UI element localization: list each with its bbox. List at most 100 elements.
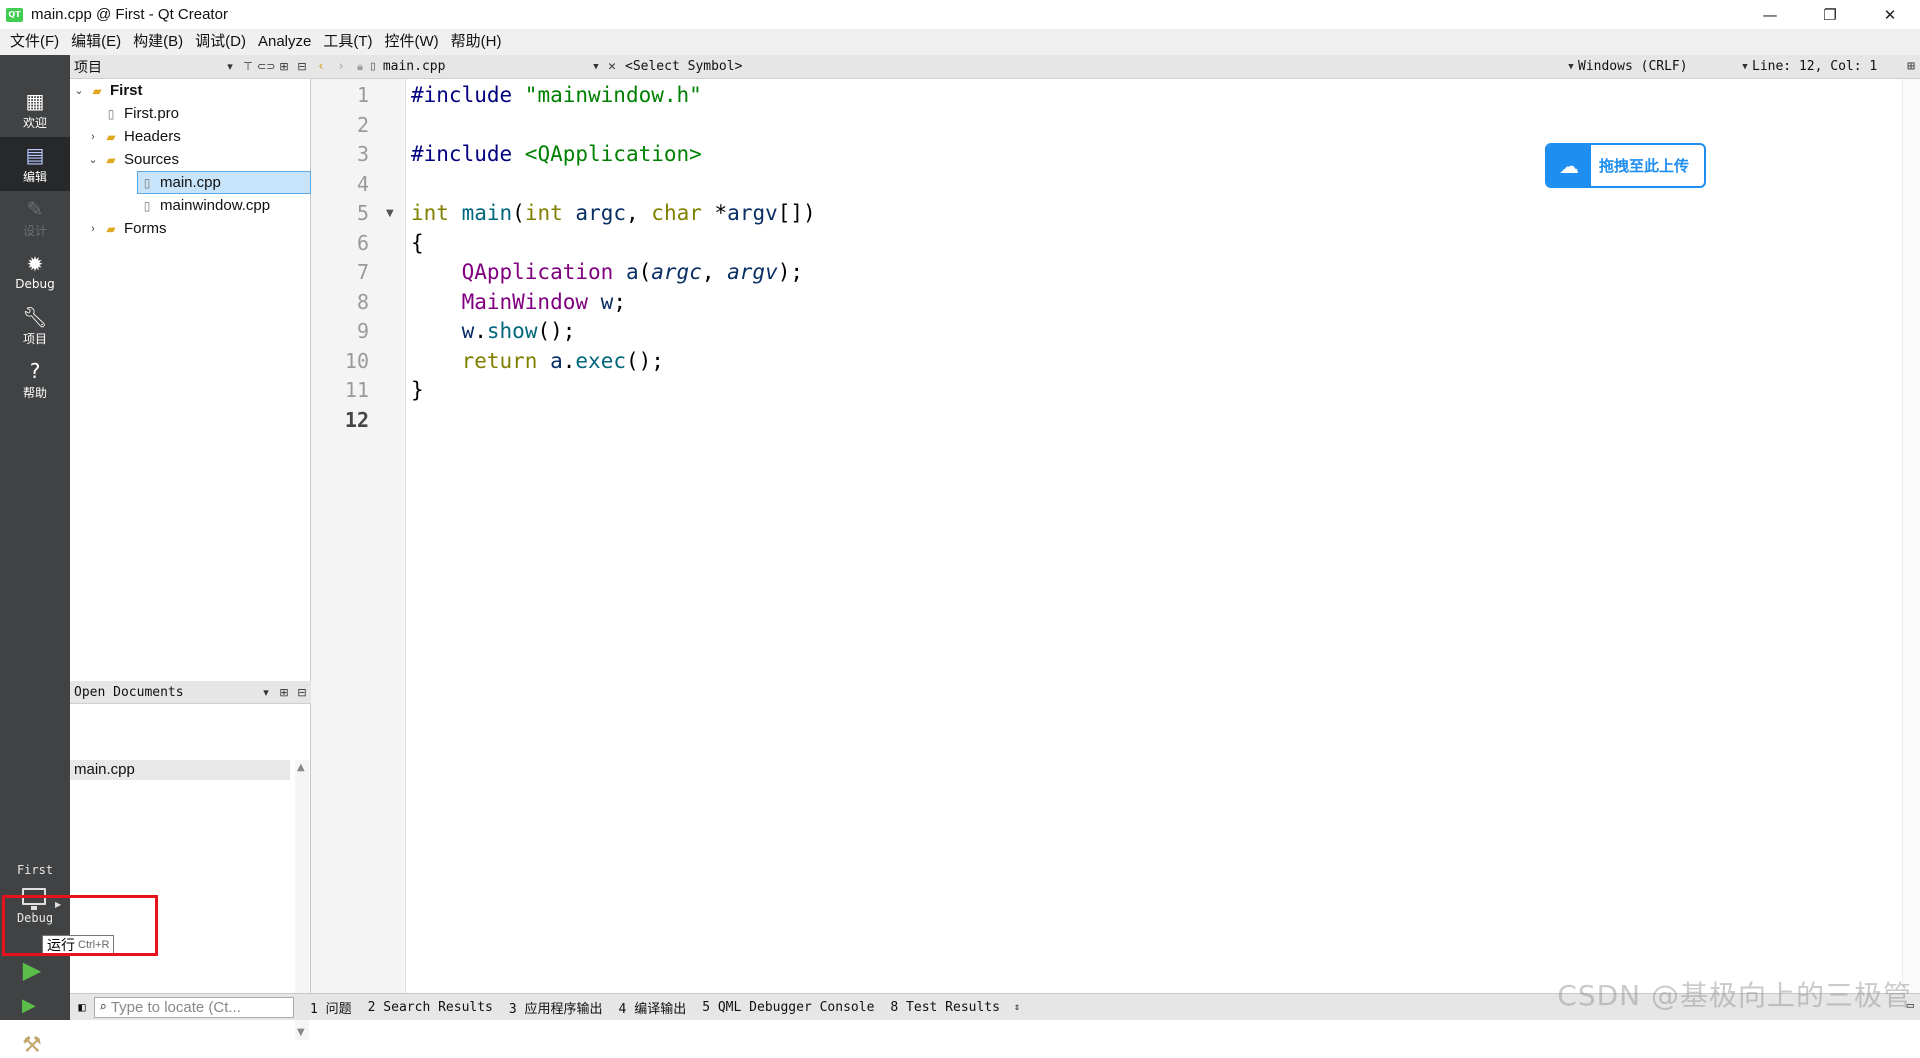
tree-item-label: Forms [124, 220, 167, 237]
chevron-down-icon[interactable]: ⌄ [72, 84, 86, 97]
mode-debug[interactable]: ✹ Debug [0, 245, 70, 299]
tree-item-main-cpp[interactable]: ▯ main.cpp [137, 171, 311, 194]
dropdown-arrow-icon[interactable]: ▾ [257, 686, 275, 699]
dropdown-arrow-icon[interactable]: ▾ [221, 60, 239, 73]
code-token: (); [626, 349, 664, 373]
projects-header: 项目 ▾ ⊤ ⊂⊃ ⊞ ⊟ [70, 55, 311, 79]
restore-button[interactable]: ❐ [1800, 0, 1860, 29]
filter-icon[interactable]: ⊤ [239, 60, 257, 73]
chevron-right-icon[interactable]: › [86, 131, 100, 143]
run-button[interactable]: ▶ [18, 955, 46, 985]
bug-icon: ✹ [27, 253, 44, 275]
split-editor-icon[interactable]: ⊞ [1902, 59, 1920, 74]
tab-compile-output[interactable]: 4 编译输出 [619, 998, 687, 1017]
tree-item-headers[interactable]: › ▰ Headers [86, 125, 181, 148]
mode-label: 编辑 [23, 168, 47, 185]
dropdown-arrow-icon[interactable]: ▼ [1564, 62, 1578, 72]
locator-placeholder: Type to locate (Ct... [111, 999, 241, 1016]
code-token: int [525, 201, 563, 225]
dropdown-arrow-icon[interactable]: ▼ [589, 62, 603, 72]
mode-edit[interactable]: ▤ 编辑 [0, 137, 70, 191]
start-debugging-button[interactable]: ▶ [22, 995, 36, 1016]
code-token: . [474, 319, 487, 343]
menu-controls[interactable]: 控件(W) [379, 29, 445, 55]
fold-marker-icon[interactable]: ▼ [386, 208, 394, 219]
tree-item-mainwindow-cpp[interactable]: ▯ mainwindow.cpp [137, 194, 270, 217]
code-token [537, 349, 550, 373]
projects-title: 项目 [74, 57, 221, 77]
menu-tools[interactable]: 工具(T) [317, 29, 378, 55]
line-number: 2 [357, 111, 369, 140]
close-pane-icon[interactable]: ⊟ [293, 60, 311, 73]
build-button[interactable]: ⚒ [22, 1033, 42, 1058]
document-icon: ▤ [26, 144, 45, 166]
search-icon: ⌕ [99, 1000, 107, 1015]
tab-test-results[interactable]: 8 Test Results [890, 1000, 1000, 1015]
code-token: char [651, 201, 702, 225]
minimize-button[interactable]: — [1740, 0, 1800, 29]
mode-design[interactable]: ✎ 设计 [0, 191, 70, 245]
open-document-item[interactable]: main.cpp [70, 760, 290, 780]
code-token: ; [613, 290, 626, 314]
tree-item-label: Sources [124, 151, 179, 168]
code-token: ( [639, 260, 652, 284]
tab-qml-debugger-console[interactable]: 5 QML Debugger Console [702, 1000, 874, 1015]
play-icon: ▶ [23, 956, 41, 984]
window-title: main.cpp @ First - Qt Creator [31, 6, 228, 23]
tree-item-forms[interactable]: › ▰ Forms [86, 217, 167, 240]
mode-label: 设计 [23, 222, 47, 239]
more-tabs-icon[interactable]: ⇕ [1014, 1002, 1020, 1013]
back-arrow-icon[interactable]: ‹ [311, 59, 331, 74]
menu-help[interactable]: 帮助(H) [445, 29, 508, 55]
code-line: w.show(); [411, 317, 575, 346]
close-pane-icon[interactable]: ⊟ [293, 686, 311, 699]
code-token: argv [727, 260, 778, 284]
locator-input[interactable]: ⌕ Type to locate (Ct... [94, 997, 294, 1018]
line-number: 9 [357, 317, 369, 346]
code-token [411, 290, 462, 314]
dropdown-arrow-icon[interactable]: ▼ [1738, 62, 1752, 72]
tree-item-sources[interactable]: ⌄ ▰ Sources [86, 148, 179, 171]
split-icon[interactable]: ⊞ [275, 60, 293, 73]
split-icon[interactable]: ⊞ [275, 686, 293, 699]
menu-build[interactable]: 构建(B) [127, 29, 189, 55]
mode-welcome[interactable]: ▦ 欢迎 [0, 83, 70, 137]
chevron-right-icon[interactable]: › [86, 223, 100, 235]
tree-item-first[interactable]: ⌄ ▰ First [72, 79, 143, 102]
close-document-icon[interactable]: ✕ [603, 59, 621, 74]
chevron-down-icon[interactable]: ⌄ [86, 153, 100, 166]
code-token: []) [778, 201, 816, 225]
code-token: { [411, 231, 424, 255]
editor-scrollbar[interactable] [1902, 79, 1920, 993]
tree-item-label: First.pro [124, 105, 179, 122]
code-editor[interactable]: #include "mainwindow.h"#include <QApplic… [411, 79, 1891, 993]
forward-arrow-icon[interactable]: › [331, 59, 351, 74]
toggle-sidebar-icon[interactable]: ◧ [70, 1000, 94, 1014]
code-token: int [411, 201, 449, 225]
cursor-position[interactable]: Line: 12, Col: 1 [1752, 59, 1902, 74]
tab-application-output[interactable]: 3 应用程序输出 [509, 998, 603, 1017]
menu-debug[interactable]: 调试(D) [189, 29, 252, 55]
symbol-selector[interactable]: <Select Symbol> [621, 59, 1564, 74]
tab-search-results[interactable]: 2 Search Results [368, 1000, 493, 1015]
code-token: ); [778, 260, 803, 284]
scroll-up-icon[interactable]: ▲ [297, 762, 305, 773]
code-token [449, 201, 462, 225]
line-ending-selector[interactable]: Windows (CRLF) [1578, 59, 1738, 74]
tree-item-first-pro[interactable]: ▯ First.pro [86, 102, 179, 125]
tab-issues[interactable]: 1 问题 [310, 998, 352, 1017]
line-number-gutter[interactable]: 12345▼6789101112 [311, 79, 406, 993]
link-icon[interactable]: ⊂⊃ [257, 60, 275, 73]
mode-help[interactable]: ? 帮助 [0, 353, 70, 407]
scroll-down-icon[interactable]: ▼ [297, 1027, 305, 1038]
menu-file[interactable]: 文件(F) [4, 29, 65, 55]
menu-analyze[interactable]: Analyze [252, 29, 317, 55]
code-token: argc [575, 201, 626, 225]
mode-projects[interactable]: 🔧︎ 项目 [0, 299, 70, 353]
menu-edit[interactable]: 编辑(E) [65, 29, 127, 55]
open-file-selector[interactable]: ▯ main.cpp [369, 59, 589, 74]
open-documents-title: Open Documents [74, 685, 257, 700]
upload-drop-badge[interactable]: ☁ 拖拽至此上传 [1545, 143, 1706, 188]
tree-item-label: Headers [124, 128, 181, 145]
close-button[interactable]: ✕ [1860, 0, 1920, 29]
